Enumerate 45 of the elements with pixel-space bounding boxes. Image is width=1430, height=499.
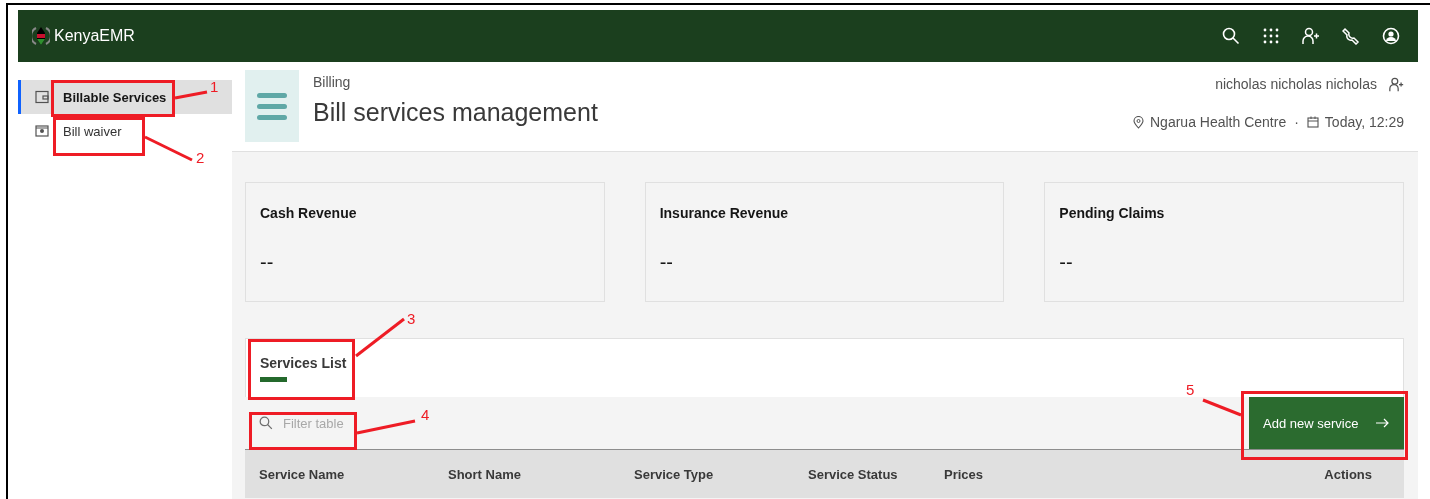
page-title: Bill services management	[313, 98, 598, 127]
metric-label: Cash Revenue	[260, 205, 358, 221]
column-header: Service Status	[808, 466, 899, 482]
column-header: Short Name	[448, 466, 522, 482]
add-user-icon	[1389, 76, 1404, 92]
callout-number: 4	[421, 406, 430, 423]
sidebar-item[interactable]: Bill waiver	[18, 114, 232, 148]
callout-number: 3	[407, 310, 416, 327]
leader-line	[174, 90, 208, 100]
user-name: nicholas nicholas nicholas	[1215, 76, 1377, 92]
add-service-button[interactable]: Add new service	[1249, 397, 1404, 449]
column-header: Service Type	[634, 466, 715, 482]
brand-name: KenyaEMR	[54, 27, 135, 45]
receipt-icon	[245, 70, 299, 142]
money-icon	[35, 124, 49, 138]
calendar-icon	[1306, 116, 1319, 128]
separator-dot: ·	[1294, 114, 1299, 130]
location-pin-icon	[1133, 115, 1144, 129]
callout-number: 2	[196, 149, 205, 166]
location: Ngarua Health Centre	[1150, 114, 1287, 130]
arrow-right-icon	[1376, 418, 1390, 428]
add-user-icon	[1302, 27, 1320, 45]
metric-value: --	[1059, 251, 1074, 274]
wallet-icon	[35, 90, 49, 104]
date-time: Today, 12:29	[1324, 114, 1404, 130]
leader-line	[356, 419, 416, 435]
search-icon	[1222, 27, 1240, 45]
user-avatar-icon	[1382, 27, 1400, 45]
leader-line	[1202, 398, 1242, 417]
metric-value: --	[260, 251, 275, 274]
app-grid-icon	[1263, 28, 1279, 44]
search-icon	[259, 416, 273, 430]
services-tab[interactable]: Services List	[260, 339, 347, 382]
metric-label: Insurance Revenue	[659, 205, 790, 221]
metric-value: --	[659, 251, 674, 274]
shield-logo-icon	[32, 26, 50, 46]
callout-number: 5	[1186, 381, 1195, 398]
column-header: Service Name	[259, 466, 346, 482]
breadcrumb: Billing	[313, 74, 352, 90]
column-header: Prices	[944, 466, 985, 482]
column-header: Actions	[1324, 466, 1372, 482]
leader-line	[355, 317, 405, 358]
leader-line	[144, 135, 193, 162]
callout-number: 1	[210, 78, 219, 95]
metric-label: Pending Claims	[1059, 205, 1166, 221]
